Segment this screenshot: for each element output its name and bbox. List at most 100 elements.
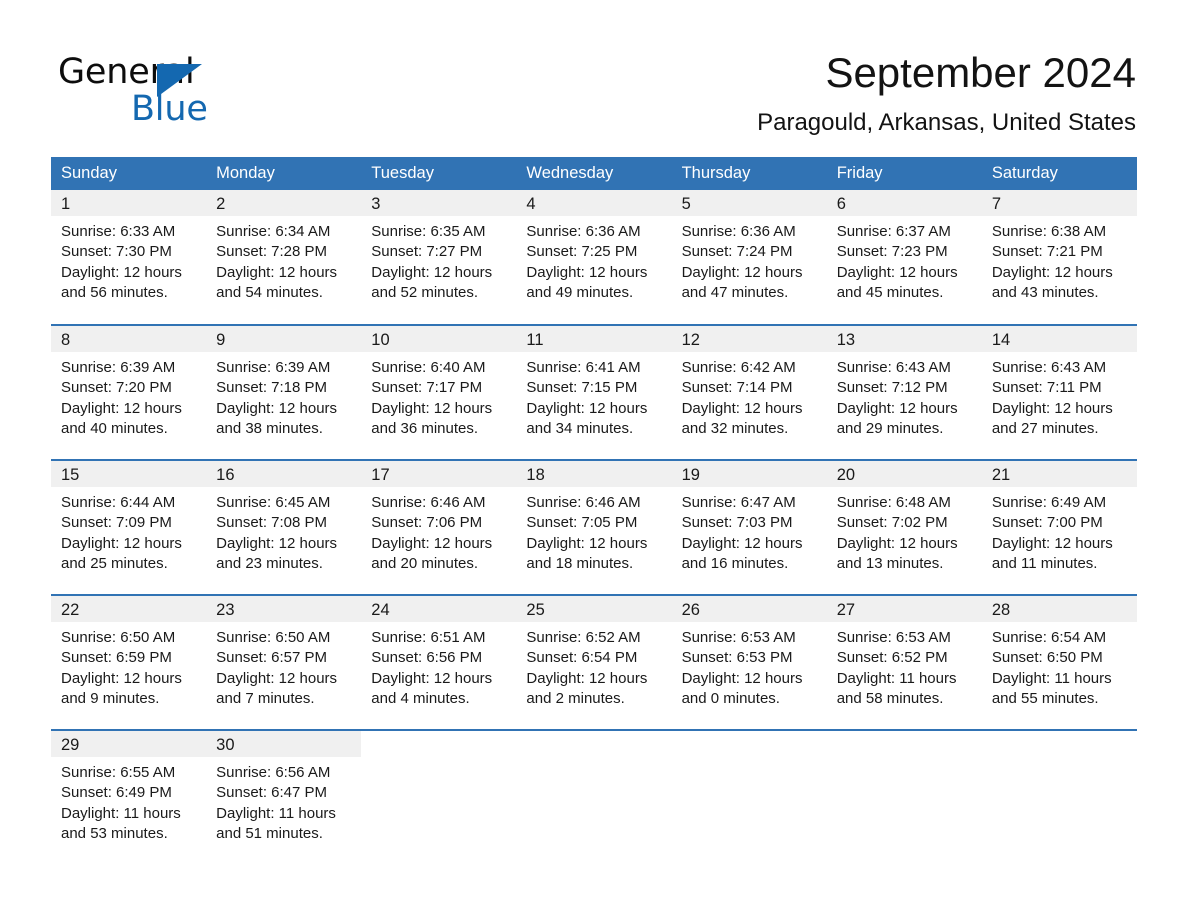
location-subtitle: Paragould, Arkansas, United States: [757, 109, 1136, 136]
calendar-day-cell[interactable]: 22 Sunrise: 6:50 AM Sunset: 6:59 PM Dayligh…: [51, 594, 207, 730]
daylight-text-line2: and 55 minutes.: [991, 689, 1099, 707]
day-cell-content: 25 Sunrise: 6:52 AM Sunset: 6:54 PM Dayligh…: [516, 596, 672, 729]
calendar-day-cell[interactable]: 8 Sunrise: 6:39 AM Sunset: 7:20 PM Daylight…: [51, 324, 207, 460]
sunrise-text: Sunrise: 6:39 AM: [61, 359, 176, 376]
calendar-day-cell[interactable]: 16 Sunrise: 6:45 AM Sunset: 7:08 PM Dayligh…: [206, 459, 362, 595]
sunset-text: Sunset: 7:11 PM: [991, 379, 1102, 397]
daylight-text-line2: and 49 minutes.: [526, 283, 634, 301]
calendar-week-row: 1 Sunrise: 6:33 AM Sunset: 7:30 PM Daylight…: [51, 190, 1137, 325]
general-blue-logo[interactable]: General Blue: [58, 52, 328, 132]
calendar-day-cell[interactable]: 12 Sunrise: 6:42 AM Sunset: 7:14 PM Dayligh…: [671, 324, 827, 460]
sunset-text: Sunset: 7:25 PM: [526, 243, 638, 261]
calendar-day-cell[interactable]: 28 Sunrise: 6:54 AM Sunset: 6:50 PM Dayligh…: [981, 594, 1137, 730]
calendar-day-cell[interactable]: 25 Sunrise: 6:52 AM Sunset: 6:54 PM Dayligh…: [516, 594, 672, 730]
day-number: 6: [826, 190, 982, 216]
day-cell-content: 3 Sunrise: 6:35 AM Sunset: 7:27 PM Daylight…: [361, 190, 517, 324]
sunrise-text: Sunrise: 6:47 AM: [681, 494, 796, 511]
day-number: 10: [361, 326, 517, 352]
calendar-day-cell[interactable]: 5 Sunrise: 6:36 AM Sunset: 7:24 PM Daylight…: [671, 190, 827, 325]
day-details: Sunrise: 6:44 AM Sunset: 7:09 PM Daylight:…: [51, 487, 206, 574]
daylight-text-line1: Daylight: 12 hours: [681, 263, 803, 281]
day-cell-content: [982, 731, 1137, 865]
calendar-day-cell[interactable]: 27 Sunrise: 6:53 AM Sunset: 6:52 PM Dayligh…: [826, 594, 982, 730]
daylight-text-line1: Daylight: 12 hours: [526, 669, 648, 687]
day-details: Sunrise: 6:36 AM Sunset: 7:25 PM Daylight:…: [516, 216, 671, 303]
calendar-day-cell[interactable]: 29 Sunrise: 6:55 AM Sunset: 6:49 PM Dayligh…: [51, 729, 207, 865]
calendar-day-cell[interactable]: 20 Sunrise: 6:48 AM Sunset: 7:02 PM Dayligh…: [826, 459, 982, 595]
calendar-week-row: 8 Sunrise: 6:39 AM Sunset: 7:20 PM Daylight…: [51, 324, 1137, 460]
day-cell-content: 12 Sunrise: 6:42 AM Sunset: 7:14 PM Dayligh…: [671, 326, 827, 459]
title-block: September 2024 Paragould, Arkansas, Unit…: [757, 48, 1136, 138]
calendar-day-cell[interactable]: 24 Sunrise: 6:51 AM Sunset: 6:56 PM Dayligh…: [361, 594, 517, 730]
sunrise-text: Sunrise: 6:53 AM: [836, 629, 951, 646]
day-details: Sunrise: 6:52 AM Sunset: 6:54 PM Daylight:…: [516, 622, 671, 709]
daylight-text-line2: and 4 minutes.: [371, 689, 470, 707]
calendar-body: 1 Sunrise: 6:33 AM Sunset: 7:30 PM Daylight…: [51, 190, 1137, 865]
calendar-day-cell[interactable]: 15 Sunrise: 6:44 AM Sunset: 7:09 PM Dayligh…: [51, 459, 207, 595]
day-details: [516, 757, 671, 763]
page-header: General Blue September 2024 Paragould, A…: [0, 0, 1188, 152]
calendar-day-cell[interactable]: 21 Sunrise: 6:49 AM Sunset: 7:00 PM Dayligh…: [981, 459, 1137, 595]
calendar-day-cell[interactable]: 6 Sunrise: 6:37 AM Sunset: 7:23 PM Daylight…: [826, 190, 982, 325]
sunset-text: Sunset: 7:30 PM: [61, 243, 172, 261]
daylight-text-line2: and 16 minutes.: [681, 554, 789, 572]
day-details: Sunrise: 6:48 AM Sunset: 7:02 PM Daylight:…: [827, 487, 982, 574]
day-details: Sunrise: 6:49 AM Sunset: 7:00 PM Daylight:…: [982, 487, 1137, 574]
sunset-text: Sunset: 7:24 PM: [681, 243, 793, 261]
day-number: 27: [826, 596, 982, 622]
calendar-header-row: Sunday Monday Tuesday Wednesday Thursday…: [51, 157, 1137, 190]
calendar-day-cell[interactable]: 9 Sunrise: 6:39 AM Sunset: 7:18 PM Daylight…: [206, 324, 362, 460]
sunrise-text: Sunrise: 6:44 AM: [61, 494, 176, 511]
calendar-day-cell[interactable]: 19 Sunrise: 6:47 AM Sunset: 7:03 PM Dayligh…: [671, 459, 827, 595]
day-details: Sunrise: 6:42 AM Sunset: 7:14 PM Daylight:…: [672, 352, 827, 439]
daylight-text-line2: and 9 minutes.: [61, 689, 160, 707]
day-cell-content: [827, 731, 982, 865]
sunset-text: Sunset: 7:06 PM: [371, 514, 483, 532]
daylight-text-line2: and 7 minutes.: [216, 689, 315, 707]
day-details: Sunrise: 6:43 AM Sunset: 7:12 PM Daylight:…: [827, 352, 982, 439]
day-number: 30: [206, 731, 362, 757]
calendar-day-cell[interactable]: 26 Sunrise: 6:53 AM Sunset: 6:53 PM Dayligh…: [671, 594, 827, 730]
sunset-text: Sunset: 6:50 PM: [991, 649, 1103, 667]
day-number: 24: [361, 596, 517, 622]
weekday-header-saturday: Saturday: [981, 157, 1137, 190]
calendar-day-cell[interactable]: 17 Sunrise: 6:46 AM Sunset: 7:06 PM Dayligh…: [361, 459, 517, 595]
daylight-text-line2: and 29 minutes.: [836, 419, 944, 437]
daylight-text-line1: Daylight: 12 hours: [526, 399, 648, 417]
day-cell-content: 1 Sunrise: 6:33 AM Sunset: 7:30 PM Daylight…: [51, 190, 207, 324]
calendar-day-cell[interactable]: 23 Sunrise: 6:50 AM Sunset: 6:57 PM Dayligh…: [206, 594, 362, 730]
calendar-day-cell[interactable]: 4 Sunrise: 6:36 AM Sunset: 7:25 PM Daylight…: [516, 190, 672, 325]
calendar-day-cell[interactable]: 13 Sunrise: 6:43 AM Sunset: 7:12 PM Dayligh…: [826, 324, 982, 460]
weekday-header-monday: Monday: [206, 157, 362, 190]
sunset-text: Sunset: 6:47 PM: [216, 784, 328, 802]
calendar-day-cell[interactable]: 11 Sunrise: 6:41 AM Sunset: 7:15 PM Dayligh…: [516, 324, 672, 460]
sunset-text: Sunset: 7:08 PM: [216, 514, 328, 532]
day-cell-content: 10 Sunrise: 6:40 AM Sunset: 7:17 PM Dayligh…: [361, 326, 517, 459]
day-number: 29: [51, 731, 207, 757]
day-details: [672, 757, 827, 763]
day-number: 17: [361, 461, 517, 487]
sunset-text: Sunset: 7:20 PM: [61, 379, 172, 397]
weekday-header-tuesday: Tuesday: [361, 157, 517, 190]
calendar-day-cell[interactable]: 10 Sunrise: 6:40 AM Sunset: 7:17 PM Dayligh…: [361, 324, 517, 460]
day-number: 16: [206, 461, 362, 487]
day-number: 3: [361, 190, 517, 216]
day-cell-content: 8 Sunrise: 6:39 AM Sunset: 7:20 PM Daylight…: [51, 326, 207, 459]
daylight-text-line1: Daylight: 12 hours: [371, 263, 493, 281]
calendar-day-cell[interactable]: 14 Sunrise: 6:43 AM Sunset: 7:11 PM Dayligh…: [981, 324, 1137, 460]
daylight-text-line2: and 2 minutes.: [526, 689, 625, 707]
daylight-text-line1: Daylight: 12 hours: [61, 263, 182, 281]
day-details: Sunrise: 6:35 AM Sunset: 7:27 PM Daylight:…: [361, 216, 516, 303]
calendar-day-cell[interactable]: 30 Sunrise: 6:56 AM Sunset: 6:47 PM Dayligh…: [206, 729, 362, 865]
day-cell-content: 16 Sunrise: 6:45 AM Sunset: 7:08 PM Dayligh…: [206, 461, 362, 594]
calendar-day-cell[interactable]: 1 Sunrise: 6:33 AM Sunset: 7:30 PM Daylight…: [51, 190, 207, 325]
day-number: 13: [826, 326, 982, 352]
calendar-day-cell[interactable]: 18 Sunrise: 6:46 AM Sunset: 7:05 PM Dayligh…: [516, 459, 672, 595]
sunrise-text: Sunrise: 6:43 AM: [991, 359, 1107, 376]
day-number: 9: [206, 326, 362, 352]
daylight-text-line2: and 54 minutes.: [216, 283, 323, 301]
calendar-day-cell[interactable]: 7 Sunrise: 6:38 AM Sunset: 7:21 PM Daylight…: [981, 190, 1137, 325]
calendar-day-cell[interactable]: 2 Sunrise: 6:34 AM Sunset: 7:28 PM Daylight…: [206, 190, 362, 325]
calendar-day-cell[interactable]: 3 Sunrise: 6:35 AM Sunset: 7:27 PM Daylight…: [361, 190, 517, 325]
daylight-text-line2: and 18 minutes.: [526, 554, 634, 572]
